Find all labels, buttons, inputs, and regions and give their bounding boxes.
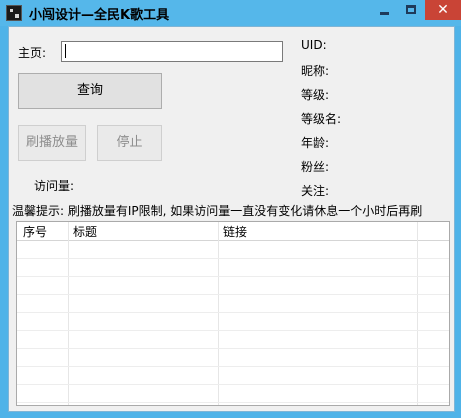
app-window: 小闯设计—全民K歌工具 ✕ 主页: 查询 刷播放量 停止 访问量: UID: 昵… [0,0,461,418]
results-table[interactable]: 序号 标题 链接 [16,221,450,406]
maximize-icon [406,5,416,14]
close-button[interactable]: ✕ [425,0,461,20]
level-name-label: 等级名: [301,112,342,126]
column-divider [417,222,418,405]
column-header-index[interactable]: 序号 [23,223,47,240]
column-header-title[interactable]: 标题 [73,223,97,240]
row-divider [17,330,449,331]
row-divider [17,276,449,277]
text-caret [65,44,66,58]
home-url-input[interactable] [61,41,283,62]
stop-button[interactable]: 停止 [97,125,162,161]
minimize-button[interactable] [371,0,398,20]
query-button[interactable]: 查询 [18,73,162,109]
follow-label: 关注: [301,184,330,198]
home-label: 主页: [18,46,47,60]
row-divider [17,258,449,259]
nickname-label: 昵称: [301,64,330,78]
window-title: 小闯设计—全民K歌工具 [29,8,170,23]
row-divider [17,294,449,295]
row-divider [17,312,449,313]
refresh-play-count-button[interactable]: 刷播放量 [18,125,86,161]
minimize-icon [380,12,389,15]
row-divider [17,348,449,349]
title-bar[interactable]: 小闯设计—全民K歌工具 ✕ [0,0,461,26]
close-icon: ✕ [437,2,449,18]
row-divider [17,384,449,385]
column-header-link[interactable]: 链接 [223,223,247,240]
row-divider [17,366,449,367]
column-divider [218,222,219,405]
maximize-button[interactable] [398,0,425,20]
level-label: 等级: [301,88,330,102]
uid-label: UID: [301,38,327,52]
client-area: 主页: 查询 刷播放量 停止 访问量: UID: 昵称: 等级: 等级名: 年龄… [8,26,455,412]
visits-label: 访问量: [34,179,75,193]
fans-label: 粉丝: [301,160,330,174]
age-label: 年龄: [301,136,330,150]
table-header: 序号 标题 链接 [17,222,449,241]
column-divider [68,222,69,405]
app-icon [6,5,22,21]
notice-text: 温馨提示: 刷播放量有IP限制, 如果访问量一直没有变化请休息一个小时后再刷 [12,204,423,218]
row-divider [17,402,449,403]
